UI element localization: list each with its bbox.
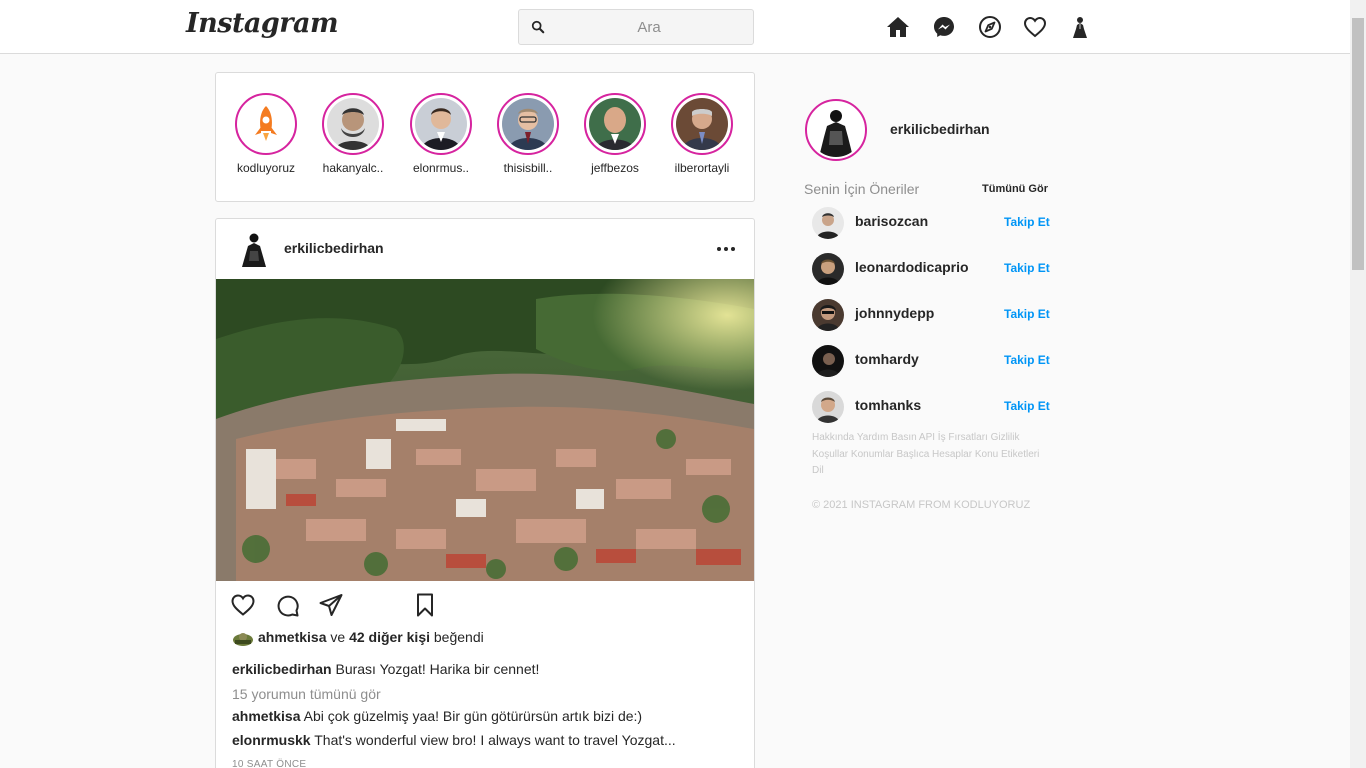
story-username: elonrmus.. xyxy=(412,161,470,175)
story-username: thisisbill.. xyxy=(503,161,553,175)
post-caption: erkilicbedirhan Burası Yozgat! Harika bi… xyxy=(232,661,539,677)
search-box[interactable] xyxy=(518,9,754,45)
comment-text: That's wonderful view bro! I always want… xyxy=(314,732,676,748)
my-avatar[interactable] xyxy=(805,99,867,161)
comment: ahmetkisa Abi çok güzelmiş yaa! Bir gün … xyxy=(232,708,642,724)
follow-button[interactable]: Takip Et xyxy=(1004,215,1050,229)
scrollbar[interactable] xyxy=(1350,0,1366,768)
avatar[interactable] xyxy=(812,253,844,285)
avatar xyxy=(676,98,728,150)
suggestion-item: tomhardy Takip Et xyxy=(812,345,1056,377)
suggestion-item: barisozcan Takip Et xyxy=(812,207,1056,239)
share-icon[interactable] xyxy=(318,592,344,618)
bookmark-icon[interactable] xyxy=(412,592,438,618)
likes-connector: ve xyxy=(330,629,346,645)
suggestion-username[interactable]: johnnydepp xyxy=(855,305,934,321)
liker-username[interactable]: ahmetkisa xyxy=(258,629,326,645)
avatar xyxy=(502,98,554,150)
footer-links[interactable]: Hakkında Yardım Basın API İş Fırsatları … xyxy=(812,430,1052,480)
see-all-link[interactable]: Tümünü Gör xyxy=(982,183,1048,195)
story-item[interactable]: hakanyalc.. xyxy=(318,93,388,175)
story-username: jeffbezos xyxy=(591,161,639,175)
story-item[interactable]: ilberortayli xyxy=(667,93,737,175)
story-username: kodluyoruz xyxy=(236,161,296,175)
suggestion-username[interactable]: leonardodicaprio xyxy=(855,259,969,275)
home-icon[interactable] xyxy=(886,15,910,39)
post-timestamp: 10 SAAT ÖNCE xyxy=(232,759,307,768)
caption-username[interactable]: erkilicbedirhan xyxy=(232,661,332,677)
avatar xyxy=(589,98,641,150)
comment-text: Abi çok güzelmiş yaa! Bir gün götürürsün… xyxy=(303,708,643,724)
suggestions-title: Senin İçin Öneriler xyxy=(804,181,920,197)
suggestion-item: leonardodicaprio Takip Et xyxy=(812,253,1056,285)
story-username: hakanyalc.. xyxy=(322,161,384,175)
view-all-comments-link[interactable]: 15 yorumun tümünü gör xyxy=(232,686,381,702)
avatar[interactable] xyxy=(812,207,844,239)
liker-avatar[interactable] xyxy=(232,629,254,647)
search-icon xyxy=(531,20,545,34)
comment-username[interactable]: elonrmuskk xyxy=(232,732,311,748)
suggestion-item: johnnydepp Takip Et xyxy=(812,299,1056,331)
suggestion-item: tomhanks Takip Et xyxy=(812,391,1056,423)
stories-tray: kodluyoruz hakanyalc.. elonrmus.. thisis… xyxy=(215,72,755,202)
story-item[interactable]: jeffbezos xyxy=(580,93,650,175)
top-navbar: Instagram xyxy=(0,0,1350,54)
story-item[interactable]: kodluyoruz xyxy=(231,93,301,175)
explore-icon[interactable] xyxy=(978,15,1002,39)
instagram-logo[interactable]: Instagram xyxy=(186,8,339,39)
likes-others[interactable]: 42 diğer kişi xyxy=(349,629,430,645)
like-icon[interactable] xyxy=(230,592,256,618)
avatar[interactable] xyxy=(812,299,844,331)
story-item[interactable]: thisisbill.. xyxy=(493,93,563,175)
story-username: ilberortayli xyxy=(674,161,730,175)
post-username[interactable]: erkilicbedirhan xyxy=(284,240,384,256)
feed-post: erkilicbedirhan ahmetkisa ve 42 diğer ki… xyxy=(215,218,755,768)
my-username[interactable]: erkilicbedirhan xyxy=(890,121,990,137)
rocket-icon xyxy=(240,98,292,150)
messenger-icon[interactable] xyxy=(932,15,956,39)
profile-icon[interactable] xyxy=(1068,15,1092,39)
story-item[interactable]: elonrmus.. xyxy=(406,93,476,175)
more-options-icon[interactable] xyxy=(714,241,738,257)
likes-suffix: beğendi xyxy=(433,629,484,645)
suggestion-username[interactable]: tomhanks xyxy=(855,397,921,413)
copyright-text: © 2021 INSTAGRAM FROM KODLUYORUZ xyxy=(812,499,1031,511)
follow-button[interactable]: Takip Et xyxy=(1004,353,1050,367)
caption-text: Burası Yozgat! Harika bir cennet! xyxy=(335,661,540,677)
search-input[interactable] xyxy=(549,10,749,44)
comment-username[interactable]: ahmetkisa xyxy=(232,708,300,724)
avatar[interactable] xyxy=(812,345,844,377)
post-image[interactable] xyxy=(216,279,754,581)
avatar[interactable] xyxy=(812,391,844,423)
follow-button[interactable]: Takip Et xyxy=(1004,261,1050,275)
avatar xyxy=(327,98,379,150)
suggestion-username[interactable]: barisozcan xyxy=(855,213,928,229)
suggestion-username[interactable]: tomhardy xyxy=(855,351,919,367)
post-author-avatar[interactable] xyxy=(238,231,270,267)
follow-button[interactable]: Takip Et xyxy=(1004,399,1050,413)
heart-icon[interactable] xyxy=(1023,15,1047,39)
avatar xyxy=(415,98,467,150)
scrollbar-thumb[interactable] xyxy=(1352,18,1364,270)
follow-button[interactable]: Takip Et xyxy=(1004,307,1050,321)
post-header: erkilicbedirhan xyxy=(216,219,754,279)
likes-summary: ahmetkisa ve 42 diğer kişi beğendi xyxy=(232,629,484,649)
comment: elonrmuskk That's wonderful view bro! I … xyxy=(232,732,676,748)
comment-icon[interactable] xyxy=(274,592,300,618)
